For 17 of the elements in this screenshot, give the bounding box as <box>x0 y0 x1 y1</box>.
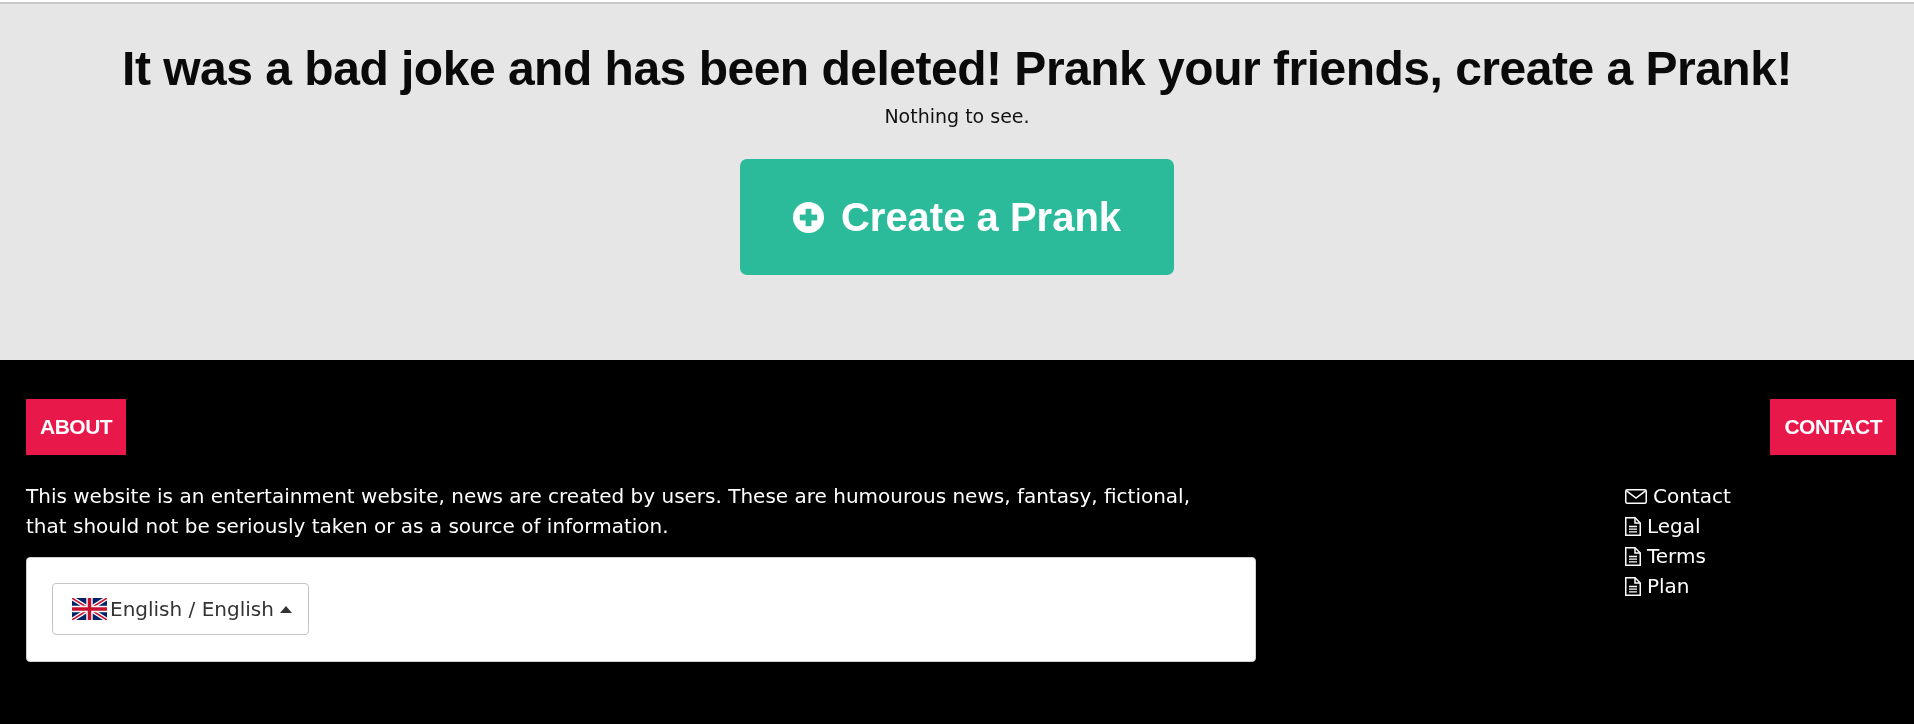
about-text: This website is an entertainment website, news are created by users. These are humourous news, fantasy, fictional, that should not be seriously taken or as a source of information. <box>26 483 1191 540</box>
flag-icon <box>72 598 107 620</box>
caret-icon <box>279 605 292 613</box>
document-icon <box>1625 516 1641 536</box>
plus-circle-icon <box>792 201 824 233</box>
subtitle: Nothing to see. <box>884 104 1030 128</box>
document-icon <box>1625 576 1641 596</box>
footer-link[interactable]: Legal <box>1625 511 1701 541</box>
contact-heading: CONTACT <box>1770 399 1896 455</box>
document-icon <box>1625 546 1641 566</box>
footer-link[interactable]: Plan <box>1625 571 1690 601</box>
footer-link[interactable]: Terms <box>1625 541 1706 571</box>
page-title: It was a bad joke and has been deleted! Prank your friends, create a Prank! <box>122 41 1792 97</box>
footer-link[interactable]: Contact <box>1625 481 1731 511</box>
envelope-icon <box>1625 488 1647 504</box>
language-dropdown[interactable]: English / English <box>52 583 309 635</box>
about-heading: ABOUT <box>26 399 127 455</box>
